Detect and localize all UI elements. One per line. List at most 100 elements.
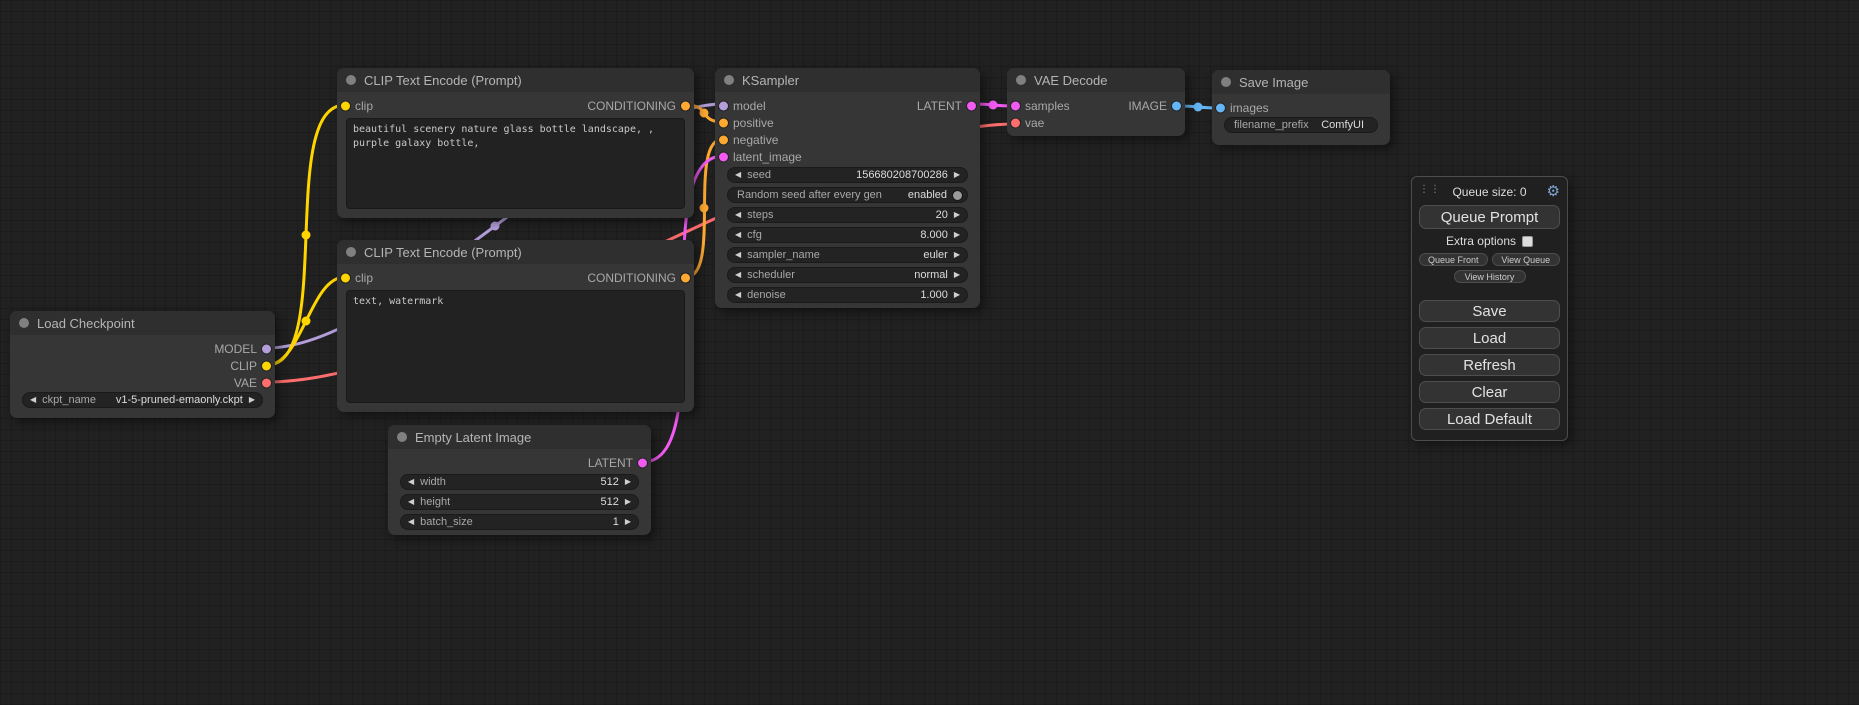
widget-height[interactable]: ◀ height 512 ▶ <box>400 494 639 510</box>
vae-input-pin[interactable] <box>1011 118 1020 127</box>
link-dot-model <box>491 222 500 231</box>
clear-button[interactable]: Clear <box>1419 381 1560 403</box>
node-title-bar[interactable]: Load Checkpoint <box>10 311 275 335</box>
widget-steps[interactable]: ◀ steps 20 ▶ <box>727 207 968 223</box>
collapse-dot[interactable] <box>1221 77 1231 87</box>
denoise-increment-arrow[interactable]: ▶ <box>954 291 960 299</box>
node-title-bar[interactable]: KSampler <box>715 68 980 92</box>
extra-options-checkbox[interactable] <box>1522 236 1533 247</box>
denoise-decrement-arrow[interactable]: ◀ <box>735 291 741 299</box>
view-history-button[interactable]: View History <box>1454 270 1526 283</box>
batch-size-decrement-arrow[interactable]: ◀ <box>408 518 414 526</box>
widget-width[interactable]: ◀ width 512 ▶ <box>400 474 639 490</box>
node-title: KSampler <box>742 73 799 88</box>
node-title-bar[interactable]: CLIP Text Encode (Prompt) <box>337 68 694 92</box>
extra-options-label: Extra options <box>1446 234 1516 248</box>
widget-seed[interactable]: ◀ seed 156680208700286 ▶ <box>727 167 968 183</box>
widget-name: Random seed after every gen <box>737 189 882 201</box>
negative-prompt-textarea[interactable]: text, watermark <box>346 290 685 403</box>
clip-output-pin[interactable] <box>262 361 271 370</box>
widget-value: ComfyUI <box>1321 119 1364 131</box>
seed-decrement-arrow[interactable]: ◀ <box>735 171 741 179</box>
node-load-checkpoint[interactable]: Load Checkpoint MODEL CLIP VAE ◀ ckpt_na… <box>10 311 275 418</box>
seed-increment-arrow[interactable]: ▶ <box>954 171 960 179</box>
latent-output-pin[interactable] <box>638 458 647 467</box>
positive-prompt-textarea[interactable]: beautiful scenery nature glass bottle la… <box>346 118 685 209</box>
node-title-bar[interactable]: Save Image <box>1212 70 1390 94</box>
graph-canvas[interactable]: Load Checkpoint MODEL CLIP VAE ◀ ckpt_na… <box>0 0 1859 705</box>
widget-batch-size[interactable]: ◀ batch_size 1 ▶ <box>400 514 639 530</box>
steps-increment-arrow[interactable]: ▶ <box>954 211 960 219</box>
collapse-dot[interactable] <box>19 318 29 328</box>
view-queue-button[interactable]: View Queue <box>1492 253 1561 266</box>
node-title-bar[interactable]: Empty Latent Image <box>388 425 651 449</box>
latent-output-pin[interactable] <box>967 101 976 110</box>
sampler-prev-arrow[interactable]: ◀ <box>735 251 741 259</box>
widget-sampler-name[interactable]: ◀ sampler_name euler ▶ <box>727 247 968 263</box>
queue-front-button[interactable]: Queue Front <box>1419 253 1488 266</box>
cfg-decrement-arrow[interactable]: ◀ <box>735 231 741 239</box>
widget-cfg[interactable]: ◀ cfg 8.000 ▶ <box>727 227 968 243</box>
negative-input-pin[interactable] <box>719 135 728 144</box>
settings-gear-icon[interactable]: ⚙ <box>1547 183 1560 199</box>
batch-size-increment-arrow[interactable]: ▶ <box>625 518 631 526</box>
cfg-increment-arrow[interactable]: ▶ <box>954 231 960 239</box>
node-title-bar[interactable]: VAE Decode <box>1007 68 1185 92</box>
conditioning-output-pin[interactable] <box>681 273 690 282</box>
save-button[interactable]: Save <box>1419 300 1560 322</box>
clip-input-pin[interactable] <box>341 273 350 282</box>
model-input-pin[interactable] <box>719 101 728 110</box>
scheduler-prev-arrow[interactable]: ◀ <box>735 271 741 279</box>
image-output-pin[interactable] <box>1172 101 1181 110</box>
samples-input-pin[interactable] <box>1011 101 1020 110</box>
widget-name: cfg <box>747 229 762 241</box>
widget-filename-prefix[interactable]: filename_prefix ComfyUI <box>1224 117 1378 133</box>
vae-output-pin[interactable] <box>262 378 271 387</box>
widget-scheduler[interactable]: ◀ scheduler normal ▶ <box>727 267 968 283</box>
node-save-image[interactable]: Save Image images filename_prefix ComfyU… <box>1212 70 1390 145</box>
load-default-button[interactable]: Load Default <box>1419 408 1560 430</box>
images-input-pin[interactable] <box>1216 103 1225 112</box>
widget-ckpt-name[interactable]: ◀ ckpt_name v1-5-pruned-emaonly.ckpt ▶ <box>22 392 263 408</box>
widget-name: seed <box>747 169 771 181</box>
latent-image-input-pin[interactable] <box>719 152 728 161</box>
ckpt-prev-arrow[interactable]: ◀ <box>30 396 36 404</box>
node-empty-latent-image[interactable]: Empty Latent Image LATENT ◀ width 512 ▶ … <box>388 425 651 535</box>
width-decrement-arrow[interactable]: ◀ <box>408 478 414 486</box>
node-clip-text-encode-negative[interactable]: CLIP Text Encode (Prompt) clip CONDITION… <box>337 240 694 412</box>
widget-name: scheduler <box>747 269 795 281</box>
collapse-dot[interactable] <box>1016 75 1026 85</box>
slot-row: vae <box>1007 114 1185 131</box>
model-output-pin[interactable] <box>262 344 271 353</box>
clip-input-pin[interactable] <box>341 101 350 110</box>
slot-label-latent-image: latent_image <box>733 150 802 164</box>
link-dot-cond-negative <box>700 204 709 213</box>
width-increment-arrow[interactable]: ▶ <box>625 478 631 486</box>
drag-handle-icon[interactable]: ⋮⋮ <box>1419 184 1441 195</box>
steps-decrement-arrow[interactable]: ◀ <box>735 211 741 219</box>
collapse-dot[interactable] <box>724 75 734 85</box>
slot-label-image: IMAGE <box>1128 99 1167 113</box>
node-clip-text-encode-positive[interactable]: CLIP Text Encode (Prompt) clip CONDITION… <box>337 68 694 218</box>
refresh-button[interactable]: Refresh <box>1419 354 1560 376</box>
scheduler-next-arrow[interactable]: ▶ <box>954 271 960 279</box>
collapse-dot[interactable] <box>346 75 356 85</box>
queue-prompt-button[interactable]: Queue Prompt <box>1419 205 1560 229</box>
collapse-dot[interactable] <box>397 432 407 442</box>
node-vae-decode[interactable]: VAE Decode samples IMAGE vae <box>1007 68 1185 136</box>
widget-denoise[interactable]: ◀ denoise 1.000 ▶ <box>727 287 968 303</box>
ckpt-next-arrow[interactable]: ▶ <box>249 396 255 404</box>
load-button[interactable]: Load <box>1419 327 1560 349</box>
conditioning-output-pin[interactable] <box>681 101 690 110</box>
random-seed-toggle-dot[interactable] <box>953 191 962 200</box>
widget-value: enabled <box>908 189 947 201</box>
height-decrement-arrow[interactable]: ◀ <box>408 498 414 506</box>
widget-value: 1.000 <box>920 289 948 301</box>
collapse-dot[interactable] <box>346 247 356 257</box>
node-ksampler[interactable]: KSampler model LATENT positive negative … <box>715 68 980 308</box>
widget-random-seed-toggle[interactable]: Random seed after every gen enabled <box>727 187 968 203</box>
height-increment-arrow[interactable]: ▶ <box>625 498 631 506</box>
sampler-next-arrow[interactable]: ▶ <box>954 251 960 259</box>
positive-input-pin[interactable] <box>719 118 728 127</box>
node-title-bar[interactable]: CLIP Text Encode (Prompt) <box>337 240 694 264</box>
